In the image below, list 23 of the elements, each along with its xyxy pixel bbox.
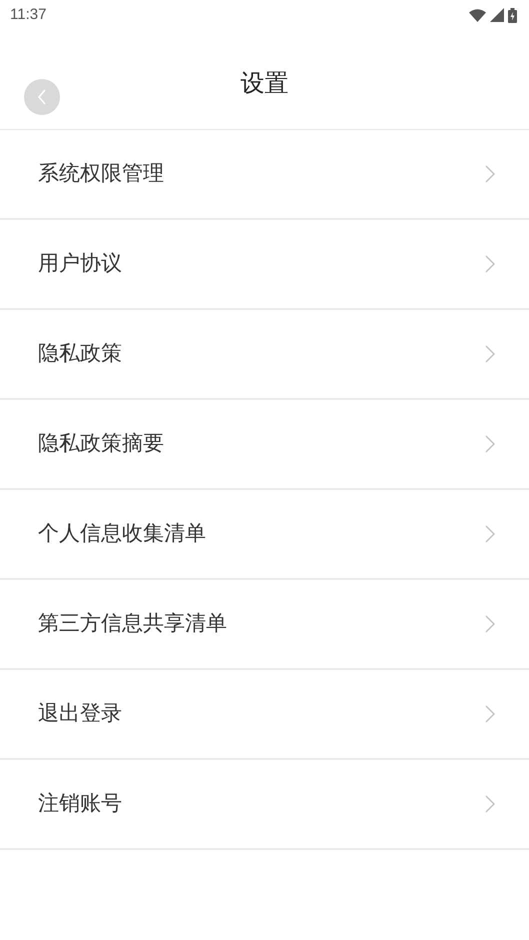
settings-item[interactable]: 注销账号 <box>0 760 529 850</box>
chevron-right-icon <box>485 525 495 543</box>
chevron-right-icon <box>485 255 495 273</box>
status-time: 11:37 <box>10 4 46 25</box>
chevron-left-icon <box>37 89 47 105</box>
battery-icon <box>508 8 517 22</box>
settings-item[interactable]: 退出登录 <box>0 670 529 760</box>
settings-item[interactable]: 隐私政策 <box>0 310 529 400</box>
settings-item[interactable]: 系统权限管理 <box>0 130 529 220</box>
settings-item[interactable]: 用户协议 <box>0 220 529 310</box>
chevron-right-icon <box>485 435 495 453</box>
settings-item[interactable]: 隐私政策摘要 <box>0 400 529 490</box>
settings-item[interactable]: 个人信息收集清单 <box>0 490 529 580</box>
page-title: 设置 <box>240 68 288 99</box>
chevron-right-icon <box>485 795 495 813</box>
chevron-right-icon <box>485 615 495 633</box>
signal-icon <box>490 8 504 22</box>
chevron-right-icon <box>485 165 495 183</box>
chevron-right-icon <box>485 705 495 723</box>
wifi-icon <box>469 8 486 22</box>
settings-item[interactable]: 第三方信息共享清单 <box>0 580 529 670</box>
chevron-right-icon <box>485 345 495 363</box>
back-button[interactable] <box>24 79 60 115</box>
